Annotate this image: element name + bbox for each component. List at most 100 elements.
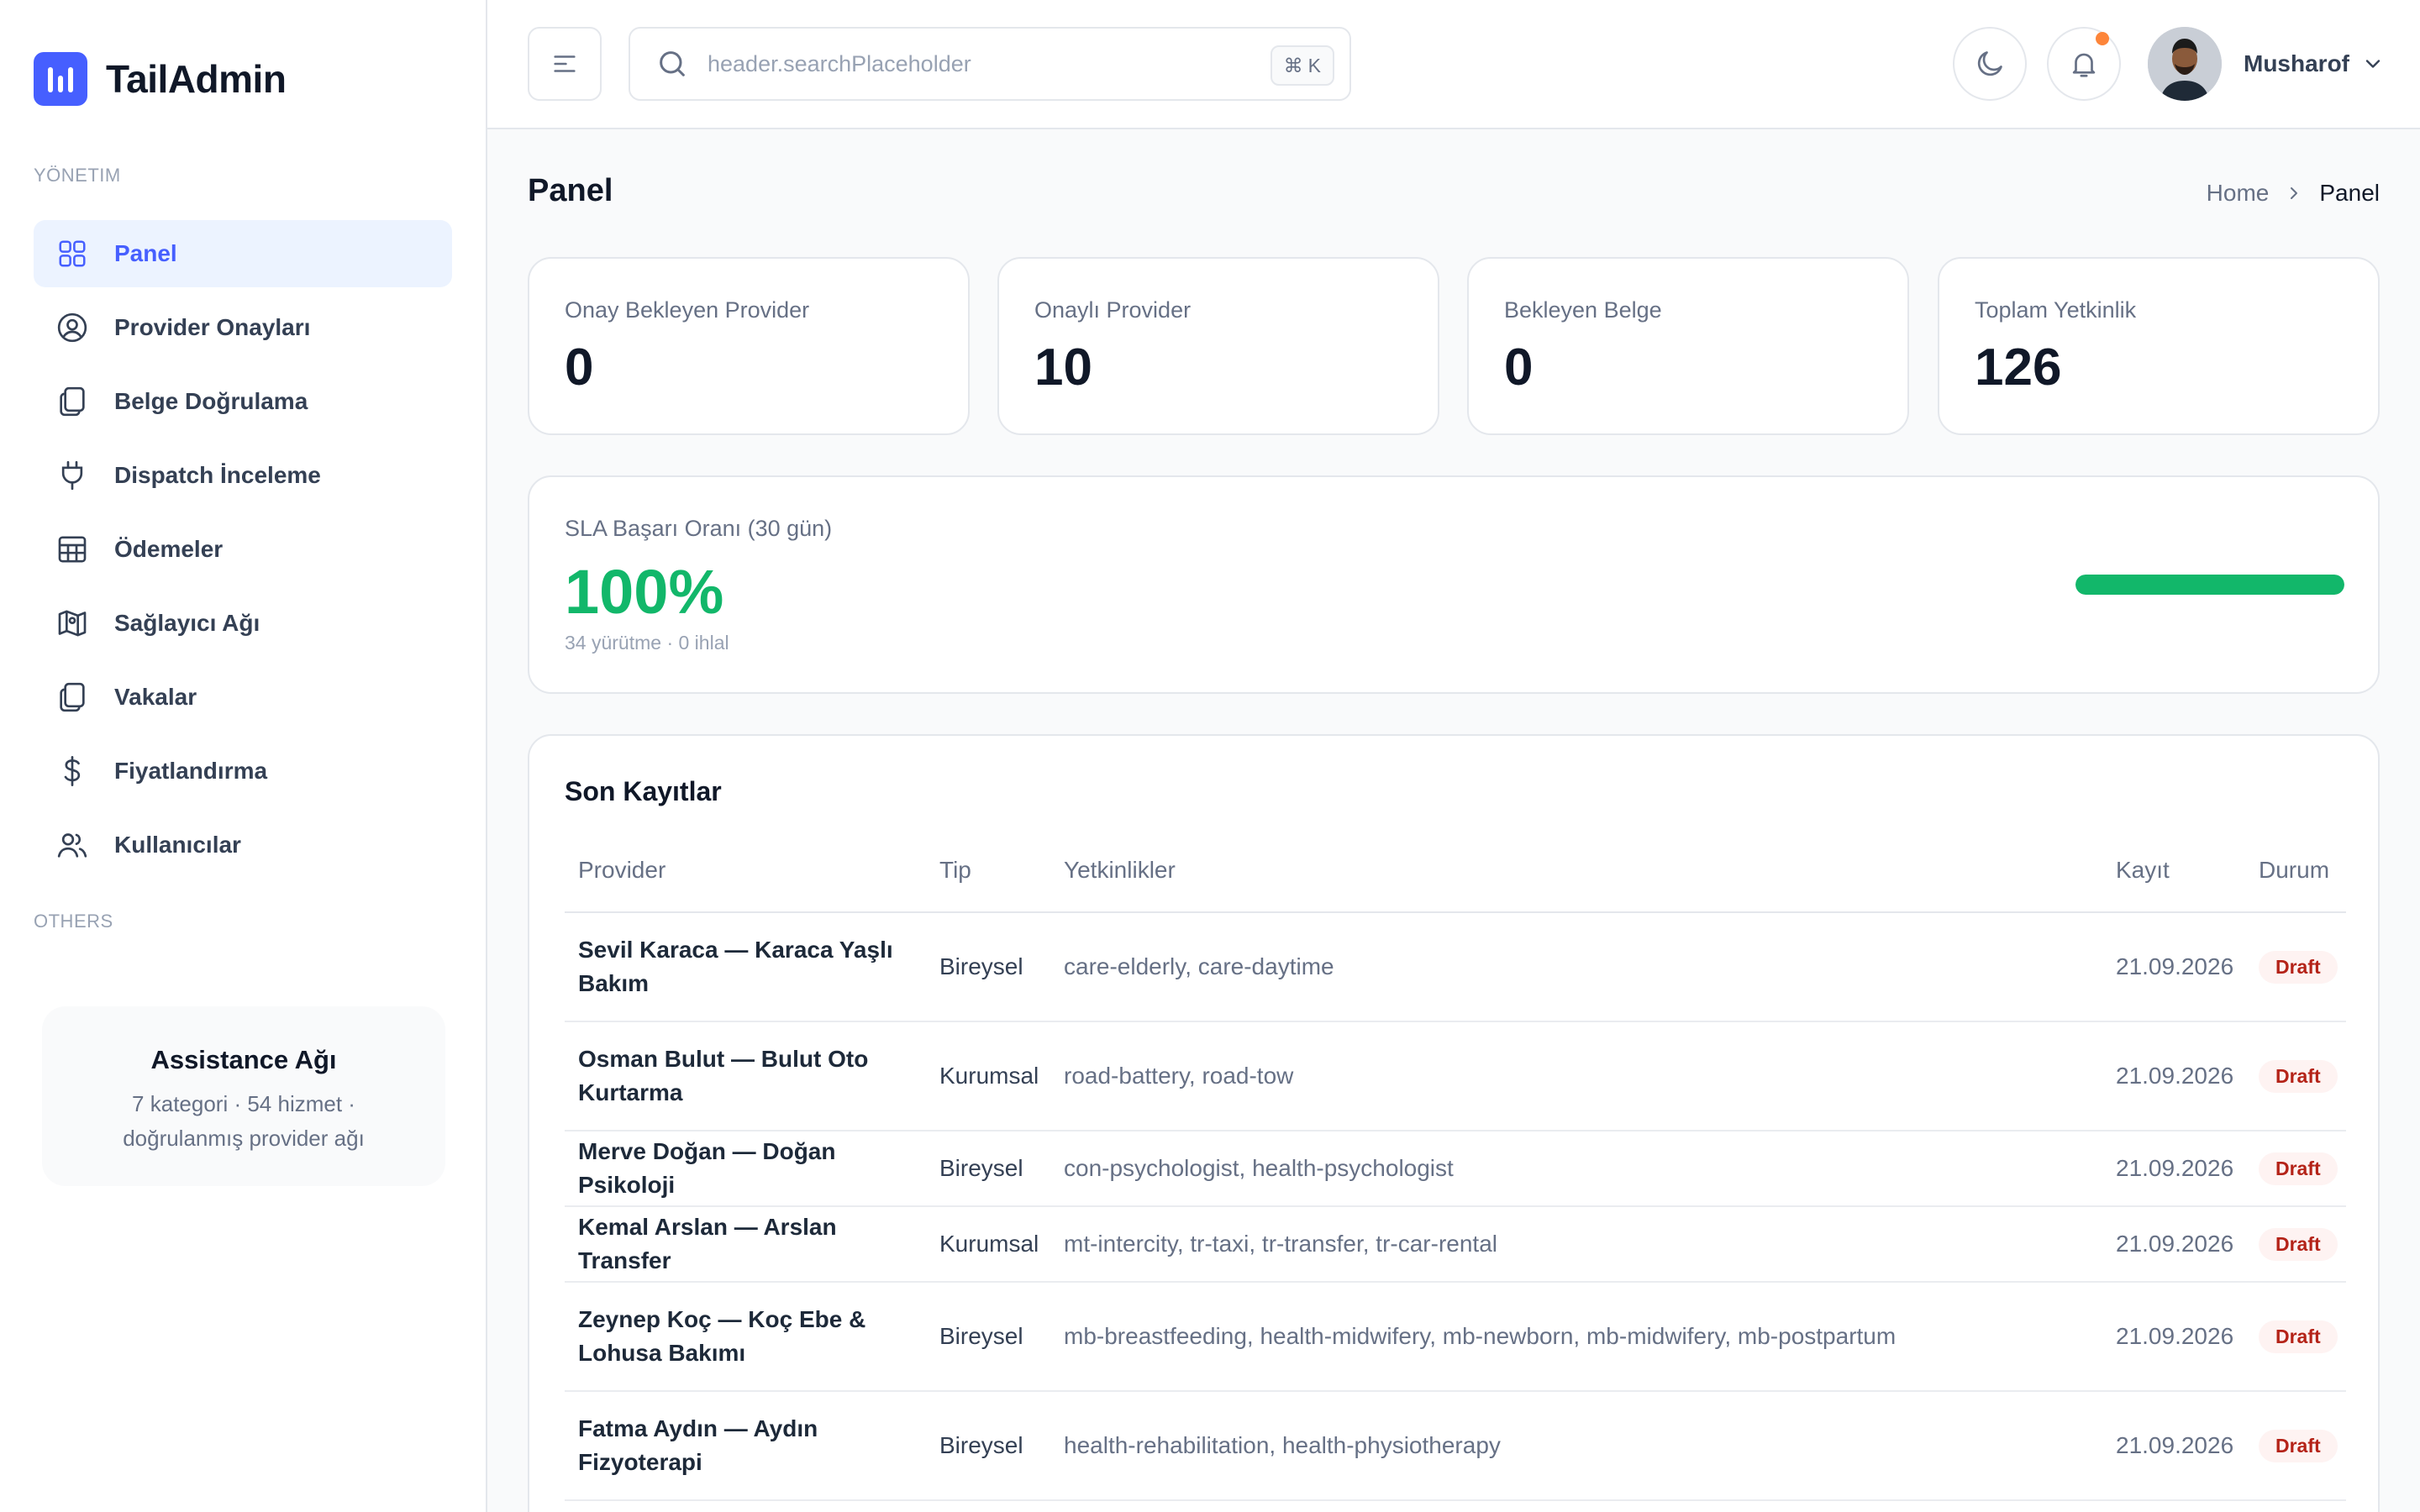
cell-date: 21.09.2026 xyxy=(2102,1282,2245,1392)
breadcrumb: Home Panel xyxy=(2207,180,2380,207)
logo-icon xyxy=(34,52,87,106)
sidebar-item-label: Fiyatlandırma xyxy=(114,758,268,784)
cell-status: Draft xyxy=(2245,1131,2346,1207)
sidebar-item-provider-approvals[interactable]: Provider Onayları xyxy=(34,294,452,361)
table-row[interactable]: Fatma Aydın — Aydın Fizyoterapi Bireysel… xyxy=(565,1391,2346,1501)
cell-date: 21.09.2026 xyxy=(2102,1021,2245,1131)
stat-card-pending-providers: Onay Bekleyen Provider 0 xyxy=(528,257,970,435)
cell-type: Bireysel xyxy=(926,1282,1050,1392)
cell-date: 21.09.2026 xyxy=(2102,1206,2245,1283)
sla-value: 100% xyxy=(565,557,724,627)
breadcrumb-home-link[interactable]: Home xyxy=(2207,180,2270,207)
status-badge: Draft xyxy=(2259,1320,2338,1353)
user-circle-icon xyxy=(55,311,89,344)
cell-status: Draft xyxy=(2245,1282,2346,1392)
page-title: Panel xyxy=(528,173,613,208)
stat-label: Toplam Yetkinlik xyxy=(1975,297,2137,323)
brand-logo[interactable]: TailAdmin xyxy=(34,52,287,106)
cell-capabilities: care-elderly, care-daytime xyxy=(1050,912,2102,1022)
table-row[interactable]: Sevil Karaca — Karaca Yaşlı Bakım Bireys… xyxy=(565,912,2346,1022)
stat-label: Onaylı Provider xyxy=(1034,297,1192,323)
map-icon xyxy=(55,606,89,640)
sla-progress-bar xyxy=(2075,575,2344,595)
cell-type: Kurumsal xyxy=(926,1021,1050,1131)
search-icon xyxy=(655,47,689,81)
stat-card-total-capabilities: Toplam Yetkinlik 126 xyxy=(1938,257,2380,435)
chevron-down-icon xyxy=(2361,52,2385,76)
cell-type: Bireysel xyxy=(926,912,1050,1022)
sidebar-item-payments[interactable]: Ödemeler xyxy=(34,516,452,583)
avatar xyxy=(2148,27,2222,101)
table-row[interactable]: Kemal Arslan — Arslan Transfer Kurumsal … xyxy=(565,1206,2346,1283)
cell-type: Bireysel xyxy=(926,1131,1050,1207)
cell-date: 21.09.2026 xyxy=(2102,1391,2245,1501)
sidebar-item-label: Ödemeler xyxy=(114,536,224,562)
column-header-type: Tip xyxy=(926,828,1050,913)
cell-provider: Osman Bulut — Bulut Oto Kurtarma xyxy=(565,1021,926,1131)
sla-card: SLA Başarı Oranı (30 gün) 100% 34 yürütm… xyxy=(528,475,2380,694)
sidebar-item-label: Belge Doğrulama xyxy=(114,388,308,414)
cell-provider: Zeynep Koç — Koç Ebe & Lohusa Bakımı xyxy=(565,1282,926,1392)
cell-status: Draft xyxy=(2245,1391,2346,1501)
documents-icon xyxy=(55,680,89,714)
sidebar-item-dispatch-review[interactable]: Dispatch İnceleme xyxy=(34,442,452,509)
brand-name: TailAdmin xyxy=(106,57,287,101)
command-key-icon: ⌘ xyxy=(1283,54,1303,76)
column-header-capabilities: Yetkinlikler xyxy=(1050,828,2102,913)
cell-status: Draft xyxy=(2245,1021,2346,1131)
search-input[interactable] xyxy=(708,50,1245,77)
stat-card-pending-documents: Bekleyen Belge 0 xyxy=(1467,257,1909,435)
recent-records-card: Son Kayıtlar Provider Tip Yetkinlikler K… xyxy=(528,734,2380,1512)
recent-records-title: Son Kayıtlar xyxy=(565,776,722,806)
stat-value: 126 xyxy=(1975,339,2062,396)
sla-progress-fill xyxy=(2075,575,2344,595)
shortcut-key: K xyxy=(1307,54,1321,76)
chevron-right-icon xyxy=(2284,183,2304,203)
user-menu-trigger[interactable]: Musharof xyxy=(2148,27,2385,101)
sidebar-item-label: Dispatch İnceleme xyxy=(114,462,321,488)
theme-toggle-button[interactable] xyxy=(1953,27,2027,101)
stat-card-approved-providers: Onaylı Provider 10 xyxy=(997,257,1439,435)
status-badge: Draft xyxy=(2259,1059,2338,1093)
promo-card: Assistance Ağı 7 kategori · 54 hizmet · … xyxy=(42,1006,445,1186)
sidebar-item-label: Vakalar xyxy=(114,684,197,710)
sidebar-item-cases[interactable]: Vakalar xyxy=(34,664,452,731)
sidebar-item-panel[interactable]: Panel xyxy=(34,220,452,287)
users-icon xyxy=(55,828,89,862)
cell-capabilities: health-rehabilitation, health-physiother… xyxy=(1050,1391,2102,1501)
stat-value: 0 xyxy=(565,339,594,396)
table-row[interactable]: Zeynep Koç — Koç Ebe & Lohusa Bakımı Bir… xyxy=(565,1282,2346,1392)
user-name: Musharof xyxy=(2244,50,2349,76)
moon-icon xyxy=(1974,48,2006,80)
cell-capabilities: con-psychologist, health-psychologist xyxy=(1050,1131,2102,1207)
dollar-icon xyxy=(55,754,89,788)
grid-icon xyxy=(55,237,89,270)
status-badge: Draft xyxy=(2259,1152,2338,1185)
sidebar-item-label: Sağlayıcı Ağı xyxy=(114,610,260,636)
stat-value: 10 xyxy=(1034,339,1092,396)
table-row[interactable]: Merve Doğan — Doğan Psikoloji Bireysel c… xyxy=(565,1131,2346,1207)
sidebar-toggle-button[interactable] xyxy=(528,27,602,101)
sidebar-item-provider-network[interactable]: Sağlayıcı Ağı xyxy=(34,590,452,657)
menu-heading-main: YÖNETIM xyxy=(34,165,121,186)
menu-lines-icon xyxy=(550,50,579,78)
sidebar-item-users[interactable]: Kullanıcılar xyxy=(34,811,452,879)
sidebar: TailAdmin YÖNETIM Panel Provider Onaylar… xyxy=(0,0,487,1512)
table-row[interactable]: Osman Bulut — Bulut Oto Kurtarma Kurumsa… xyxy=(565,1021,2346,1131)
sidebar-item-label: Kullanıcılar xyxy=(114,832,241,858)
cell-provider: Fatma Aydın — Aydın Fizyoterapi xyxy=(565,1391,926,1501)
bell-icon xyxy=(2068,48,2100,80)
promo-text: 7 kategori · 54 hizmet · doğrulanmış pro… xyxy=(123,1091,365,1151)
column-header-registered: Kayıt xyxy=(2102,828,2245,913)
sidebar-item-pricing[interactable]: Fiyatlandırma xyxy=(34,738,452,805)
cell-provider: Merve Doğan — Doğan Psikoloji xyxy=(565,1131,926,1207)
cell-provider: Kemal Arslan — Arslan Transfer xyxy=(565,1206,926,1283)
notifications-button[interactable] xyxy=(2047,27,2121,101)
stat-label: Onay Bekleyen Provider xyxy=(565,297,810,323)
sidebar-item-document-verification[interactable]: Belge Doğrulama xyxy=(34,368,452,435)
sidebar-item-label: Provider Onayları xyxy=(114,314,311,340)
table-header-row: Provider Tip Yetkinlikler Kayıt Durum xyxy=(565,828,2346,913)
status-badge: Draft xyxy=(2259,1429,2338,1462)
cell-status: Draft xyxy=(2245,912,2346,1022)
search-shortcut-badge: ⌘ K xyxy=(1270,45,1334,86)
